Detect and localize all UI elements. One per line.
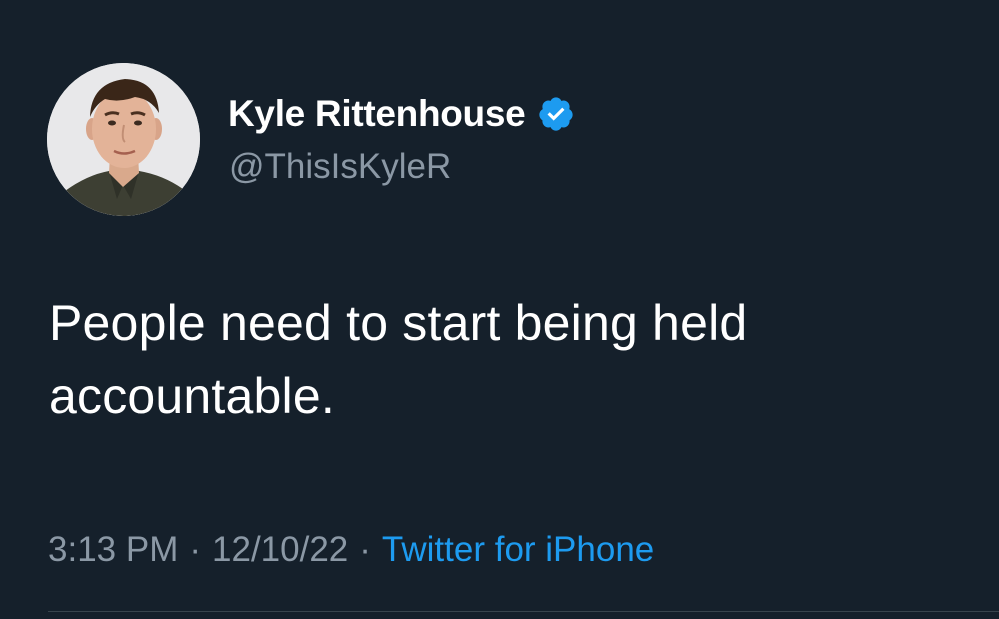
verified-badge-icon [537,95,575,133]
tweet-source-link[interactable]: Twitter for iPhone [382,530,654,570]
avatar[interactable] [47,63,200,216]
tweet-time[interactable]: 3:13 PM [48,530,178,570]
divider [48,611,999,612]
display-name[interactable]: Kyle Rittenhouse [228,93,526,135]
tweet-date[interactable]: 12/10/22 [212,530,348,570]
author-name-row[interactable]: Kyle Rittenhouse [228,92,575,136]
tweet-text: People need to start being held accounta… [49,295,748,424]
tweet-card: Kyle Rittenhouse @ThisIsKyleR People nee… [0,0,999,619]
meta-separator: · [359,530,371,569]
avatar-photo [47,63,200,216]
tweet-metadata: 3:13 PM · 12/10/22 · Twitter for iPhone [48,530,654,570]
meta-separator: · [189,530,202,569]
username-handle[interactable]: @ThisIsKyleR [229,147,451,187]
